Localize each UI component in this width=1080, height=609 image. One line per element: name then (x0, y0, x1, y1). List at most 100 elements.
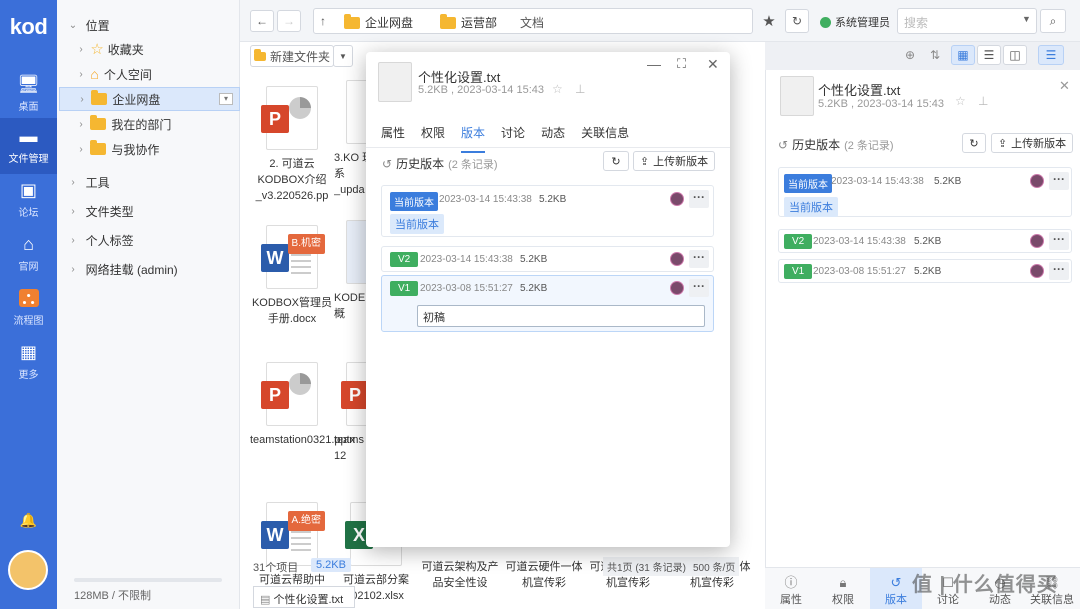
file-item[interactable]: P 2. 可道云KODBOX介绍_v3.220526.pp (250, 86, 334, 204)
up-icon[interactable]: ↑ (320, 14, 326, 28)
pin-icon[interactable]: ⊥ (978, 94, 988, 108)
version-row-selected[interactable]: V1 2023-03-08 15:51:27 5.2KB ··· 初稿 (381, 275, 714, 332)
dialog-meta: 5.2KB , 2023-03-14 15:43 (418, 84, 544, 96)
close-icon[interactable]: ✕ (1059, 78, 1070, 94)
version-row[interactable]: 当前版本 2023-03-14 15:43:38 5.2KB ··· 当前版本 (778, 167, 1072, 217)
tree-item-enterprise[interactable]: › 企业网盘 ▾ (59, 87, 240, 111)
rail-item-forum[interactable]: ▣ 论坛 (0, 172, 57, 228)
minimize-icon[interactable]: — (647, 56, 661, 72)
crumb-enterprise[interactable]: 企业网盘 (344, 13, 413, 31)
tree-section-network[interactable]: › 网络挂载 (admin) (67, 257, 250, 281)
tree-item-favorites[interactable]: › ☆ 收藏夹 (75, 37, 258, 61)
version-note-field[interactable]: 初稿 (417, 305, 705, 327)
refresh-button[interactable]: ↻ (785, 9, 809, 33)
refresh-button[interactable]: ↻ (603, 151, 629, 171)
back-button[interactable]: ← (250, 10, 274, 32)
history-title: ↺ 历史版本 (2 条记录) (778, 137, 894, 153)
tree-section-tags[interactable]: › 个人标签 (67, 228, 250, 252)
tab-properties[interactable]: ⓘ 属性 (765, 568, 817, 609)
tab-discussion[interactable]: 讨论 (501, 124, 525, 153)
tab-versions[interactable]: 版本 (461, 124, 486, 153)
tab-permissions[interactable]: 权限 (421, 124, 445, 153)
icon-view-button[interactable]: ▦ (951, 45, 975, 65)
folder-icon: ▬ (19, 126, 38, 146)
tree-section-tools[interactable]: › 工具 (67, 170, 250, 194)
version-row[interactable]: V2 2023-03-14 15:43:38 5.2KB ··· (778, 229, 1072, 253)
chevron-down-icon[interactable]: ▼ (1022, 14, 1031, 24)
bell-icon[interactable]: 🔔 (0, 512, 57, 529)
folder-icon (344, 13, 360, 29)
badge: B.机密 (287, 234, 325, 254)
tree-section-filetypes[interactable]: › 文件类型 (67, 199, 250, 223)
chevron-right-icon: › (79, 68, 83, 80)
upload-icon: ⇪ (639, 155, 650, 168)
page-info: 共1页 (31 条记录) (603, 557, 690, 576)
tab-permissions[interactable]: 🔒︎ 权限 (817, 568, 869, 609)
crumb-ops[interactable]: 运营部 (440, 13, 497, 31)
home-icon: ⌂ (23, 234, 34, 254)
version-row[interactable]: V2 2023-03-14 15:43:38 5.2KB ··· (381, 246, 714, 272)
folder-icon (440, 13, 456, 29)
upload-icon: ⇪ (997, 137, 1008, 150)
upload-version-button[interactable]: ⇪ 上传新版本 (991, 133, 1073, 153)
tree-item-collab[interactable]: › 与我协作 (75, 137, 258, 161)
selected-file-chip[interactable]: ▤ 个性化设置.txt (253, 586, 355, 608)
split-view-button[interactable]: ◫ (1003, 45, 1027, 65)
maximize-icon[interactable]: ⛶ (677, 56, 686, 72)
txt-file-icon (780, 76, 814, 116)
more-icon[interactable]: ··· (689, 250, 709, 268)
more-icon[interactable]: ··· (1049, 232, 1069, 250)
tab-properties[interactable]: 属性 (381, 124, 405, 153)
tree-item-personal[interactable]: › ⌂ 个人空间 (75, 62, 258, 86)
avatar[interactable] (8, 550, 48, 590)
forward-button[interactable]: → (277, 10, 301, 32)
upload-version-button[interactable]: ⇪ 上传新版本 (633, 151, 715, 171)
user-menu[interactable]: 系统管理员 (820, 14, 890, 30)
close-icon[interactable]: ✕ (707, 56, 719, 73)
list-view-button[interactable]: ☰ (977, 45, 1001, 65)
ppt-icon: P (261, 362, 318, 426)
desktop-icon: 🖥 (17, 74, 40, 94)
rail-item-more[interactable]: ▦ 更多 (0, 334, 57, 390)
refresh-button[interactable]: ↻ (962, 133, 986, 153)
history-title: ↺ 历史版本 (2 条记录) (382, 156, 498, 172)
rail-item-website[interactable]: ⌂ 官网 (0, 226, 57, 282)
star-icon[interactable]: ★ (758, 10, 780, 32)
file-item[interactable]: 可道云架构及产品安全性设 (418, 559, 502, 591)
more-icon[interactable]: ··· (689, 190, 709, 208)
avatar (670, 252, 684, 266)
file-item[interactable]: 可道云硬件一体机宣传彩 (502, 559, 586, 591)
rail-item-file-manager[interactable]: ▬ 文件管理 (0, 118, 57, 174)
zoom-icon[interactable]: ⊕ (905, 48, 915, 62)
new-dropdown-button[interactable]: ▼ (333, 45, 353, 67)
tree-location[interactable]: ⌄ 位置 (67, 13, 250, 37)
star-icon[interactable]: ☆ (955, 94, 966, 108)
star-icon[interactable]: ☆ (552, 82, 563, 96)
ppt-icon: P (261, 86, 318, 150)
dropdown-icon[interactable]: ▾ (219, 93, 233, 105)
rail-item-flowchart[interactable]: ⛬ 流程图 (0, 280, 57, 336)
more-icon[interactable]: ··· (1049, 172, 1069, 190)
tab-activity[interactable]: 动态 (541, 124, 565, 153)
lock-icon: 🔒︎ (839, 575, 847, 590)
info-panel-button[interactable]: ☰ (1038, 45, 1064, 65)
file-info-dialog: 个性化设置.txt 5.2KB , 2023-03-14 15:43 ☆ ⊥ —… (366, 52, 730, 547)
tab-related[interactable]: 关联信息 (581, 124, 629, 153)
file-item[interactable]: W A.绝密 可道云帮助中 (250, 502, 334, 588)
more-icon[interactable]: ··· (689, 279, 709, 297)
version-row[interactable]: V1 2023-03-08 15:51:27 5.2KB ··· (778, 259, 1072, 283)
more-icon[interactable]: ··· (1049, 262, 1069, 280)
file-item[interactable]: Pteamstation0321.pptx (250, 362, 355, 448)
new-folder-button[interactable]: 新建文件夹 (250, 45, 334, 67)
version-row[interactable]: 当前版本 2023-03-14 15:43:38 5.2KB ··· 当前版本 (381, 185, 714, 237)
search-input[interactable]: 搜索 (897, 8, 1037, 34)
avatar (1030, 264, 1044, 278)
rail-item-desktop[interactable]: 🖥 桌面 (0, 66, 57, 122)
crumb-docs[interactable]: 文档 (520, 14, 544, 31)
sort-icon[interactable]: ⇅ (930, 48, 940, 62)
tree-item-department[interactable]: › 我在的部门 (75, 112, 258, 136)
per-page-select[interactable]: 500 条/页 (689, 557, 740, 576)
search-button[interactable]: ⌕ (1040, 9, 1066, 33)
pin-icon[interactable]: ⊥ (575, 82, 585, 96)
file-item[interactable]: W B.机密 KODBOX管理员手册.docx (250, 225, 334, 327)
